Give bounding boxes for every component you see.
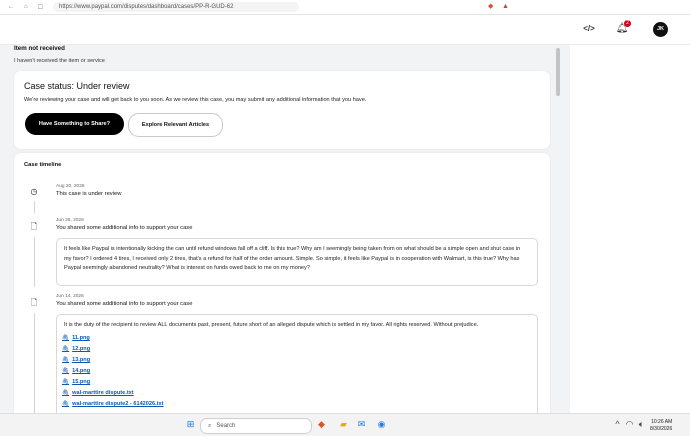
have-something-to-share-button[interactable]: Have Something to Share? xyxy=(25,113,124,135)
paperclip-icon: 🖇︎ xyxy=(62,357,70,363)
paperclip-icon: 🖇︎ xyxy=(62,346,70,352)
event-text: You shared some additional info to suppo… xyxy=(56,225,193,231)
taskbar: ⊞ ⌕ Search ◆ ▰ ✉ ◉ ^ ◠ 🔈︎ 10:26 AM 8/30/2… xyxy=(0,413,690,436)
timeline-connector xyxy=(34,201,35,213)
case-status-description: We're reviewing your case and will get b… xyxy=(24,97,367,103)
notification-badge: 2 xyxy=(624,20,631,27)
message-box: It is the duty of the recipient to revie… xyxy=(56,314,538,413)
case-timeline-card: Case timeline ◷ Aug 20, 2026 This case i… xyxy=(14,153,550,413)
paperclip-icon: 🖇︎ xyxy=(62,379,70,385)
case-status-title: Case status: Under review xyxy=(24,81,130,91)
scrollbar-track[interactable] xyxy=(556,45,560,413)
case-status-card: Case status: Under review We're reviewin… xyxy=(14,71,550,149)
event-text: You shared some additional info to suppo… xyxy=(56,301,193,307)
address-bar[interactable]: https://www.paypal.com/disputes/dashboar… xyxy=(53,2,300,12)
clock-time: 10:26 AM xyxy=(651,419,673,425)
home-icon[interactable]: ⌂ xyxy=(24,4,28,11)
browser-nav: ← ⌂ ☐ xyxy=(8,4,43,11)
clock-icon: ◷ xyxy=(30,187,38,196)
event-date: Jun 26, 2026 xyxy=(56,218,84,223)
attachment-link[interactable]: 🖇︎ 12.png xyxy=(62,346,90,352)
paperclip-icon: 🖇︎ xyxy=(62,335,70,341)
main-content: Item not received I haven't received the… xyxy=(0,45,556,413)
message-text: It feels like Paypal is intentionally ki… xyxy=(64,246,521,271)
clock-date: 8/30/2026 xyxy=(650,426,673,432)
reason-subtitle: I haven't received the item or service xyxy=(14,58,105,64)
attachment-link[interactable]: 🖇︎ wal-marttire dispute.txt xyxy=(62,390,134,396)
event-date: Jun 14, 2026 xyxy=(56,294,84,299)
paperclip-icon: 🖇︎ xyxy=(62,390,70,396)
brave-browser-icon[interactable]: ◆ xyxy=(316,419,327,430)
windows-start-icon[interactable]: ⊞ xyxy=(185,419,196,430)
event-text: This case is under review xyxy=(56,191,122,197)
scrollbar-thumb[interactable] xyxy=(556,48,560,96)
mail-icon[interactable]: ✉ xyxy=(356,419,367,430)
chevron-up-icon[interactable]: ^ xyxy=(612,419,623,430)
explore-articles-button[interactable]: Explore Relevant Articles xyxy=(128,113,223,137)
code-icon[interactable]: </> xyxy=(582,22,596,36)
volume-icon[interactable]: 🔈︎ xyxy=(636,419,647,430)
attachment-link[interactable]: 🖇︎ 15.png xyxy=(62,379,90,385)
attachment-link[interactable]: 🖇︎ 11.png xyxy=(62,335,90,341)
system-clock[interactable]: 10:26 AM 8/30/2026 xyxy=(650,419,672,433)
search-icon: ⌕ xyxy=(208,423,212,429)
folder-icon[interactable]: ▰ xyxy=(338,419,349,430)
paperclip-icon: 🖇︎ xyxy=(62,368,70,374)
message-box: It feels like Paypal is intentionally ki… xyxy=(56,238,538,286)
url-text: https://www.paypal.com/disputes/dashboar… xyxy=(59,4,234,10)
reason-title: Item not received xyxy=(14,45,65,52)
edge-icon[interactable]: ◉ xyxy=(376,419,387,430)
event-date: Aug 20, 2026 xyxy=(56,184,85,189)
paperclip-icon: 🖇︎ xyxy=(62,401,70,407)
message-text: It is the duty of the recipient to revie… xyxy=(64,322,479,328)
wifi-icon[interactable]: ◠ xyxy=(624,419,635,430)
timeline-connector xyxy=(34,237,35,287)
rewards-icon[interactable]: ▲ xyxy=(502,2,509,12)
bookmark-icon[interactable]: ☐ xyxy=(38,4,43,11)
document-icon: 🗋 xyxy=(30,298,38,307)
brave-shield-icon[interactable]: ◆ xyxy=(488,2,493,12)
back-icon[interactable]: ← xyxy=(8,4,14,11)
browser-toolbar: ← ⌂ ☐ https://www.paypal.com/disputes/da… xyxy=(0,0,690,15)
taskbar-search[interactable]: ⌕ Search xyxy=(200,418,312,434)
document-icon: 🗋 xyxy=(30,222,38,231)
avatar[interactable]: JK xyxy=(653,22,668,37)
attachment-link[interactable]: 🖇︎ 14.png xyxy=(62,368,90,374)
attachment-link[interactable]: 🖇︎ wal-marttire dispute2 - 6142026.txt xyxy=(62,401,164,407)
right-side-panel xyxy=(570,45,690,413)
app-header: </> 🔔︎ 2 xyxy=(0,15,690,45)
timeline-title: Case timeline xyxy=(24,162,62,168)
attachment-link[interactable]: 🖇︎ 13.png xyxy=(62,357,90,363)
timeline-connector xyxy=(34,313,35,413)
